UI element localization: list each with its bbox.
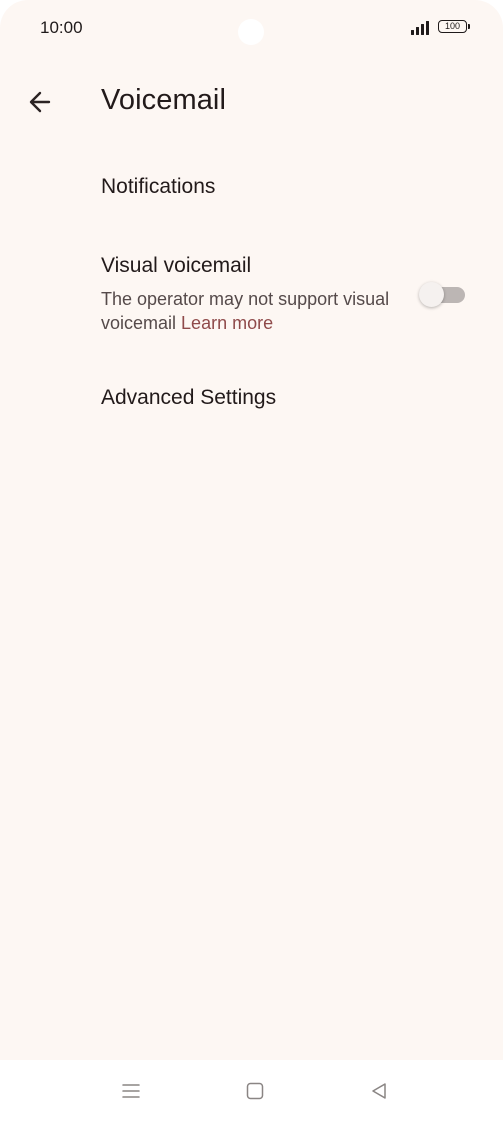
settings-item-advanced-settings[interactable]: Advanced Settings bbox=[0, 372, 503, 432]
menu-icon bbox=[122, 1084, 140, 1098]
visual-voicemail-label: Visual voicemail bbox=[101, 254, 252, 277]
advanced-settings-label: Advanced Settings bbox=[101, 386, 277, 409]
settings-item-visual-voicemail[interactable]: Visual voicemail The operator may not su… bbox=[0, 240, 503, 350]
battery-level: 100 bbox=[438, 20, 467, 33]
battery-icon: 100 bbox=[438, 20, 472, 35]
camera-cutout bbox=[238, 19, 264, 45]
status-time: 10:00 bbox=[40, 18, 83, 37]
navigation-bar bbox=[0, 1060, 503, 1122]
learn-more-link[interactable]: Learn more bbox=[181, 313, 273, 333]
arrow-left-icon bbox=[29, 91, 51, 113]
nav-menu-button[interactable] bbox=[116, 1076, 146, 1106]
home-icon bbox=[246, 1082, 264, 1100]
nav-back-button[interactable] bbox=[364, 1076, 394, 1106]
status-bar: 10:00 100 bbox=[0, 0, 503, 56]
back-triangle-icon bbox=[372, 1083, 386, 1099]
battery-tip bbox=[468, 24, 470, 29]
visual-voicemail-toggle[interactable] bbox=[419, 280, 467, 308]
notifications-label: Notifications bbox=[101, 175, 216, 198]
phone-screen: 10:00 100 Voicemail Notifications Visual… bbox=[0, 0, 503, 1122]
toggle-thumb bbox=[419, 282, 444, 307]
signal-icon bbox=[411, 21, 429, 35]
back-button[interactable] bbox=[20, 82, 60, 122]
page-title: Voicemail bbox=[101, 84, 227, 116]
nav-home-button[interactable] bbox=[240, 1076, 270, 1106]
visual-voicemail-summary: The operator may not support visual voic… bbox=[101, 287, 391, 335]
settings-item-notifications[interactable]: Notifications bbox=[0, 160, 503, 220]
